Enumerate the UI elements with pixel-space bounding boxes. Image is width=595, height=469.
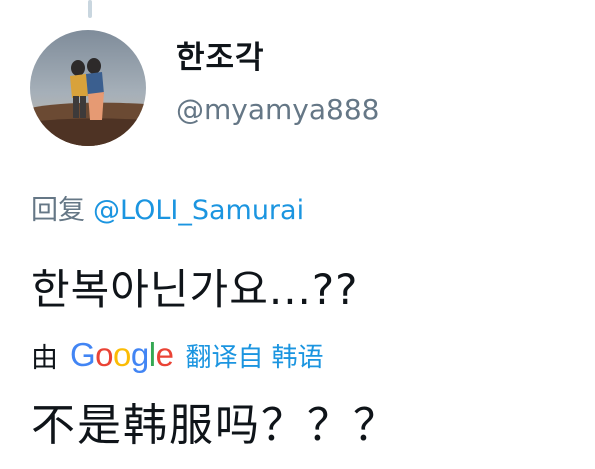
avatar[interactable] (30, 30, 146, 146)
display-name[interactable]: 한조각 (176, 40, 265, 76)
translated-from-label[interactable]: 翻译自 (185, 337, 263, 374)
translated-by-label: 由 (31, 342, 58, 374)
tweet-card: 한조각 @myamya888 回复 @LOLI_Samurai 한복아닌가요...… (0, 0, 595, 469)
thread-connector-line (88, 0, 92, 18)
reply-prefix-label: 回复 (31, 195, 85, 226)
translation-attribution: 由 Google 翻译自 韩语 (31, 333, 331, 377)
source-language-label[interactable]: 韩语 (271, 337, 323, 374)
tweet-body-text: 한복아닌가요...?? (31, 265, 359, 314)
avatar-photo-icon (30, 30, 146, 146)
reply-context: 回复 @LOLI_Samurai (31, 194, 304, 228)
reply-mention-link[interactable]: @LOLI_Samurai (93, 195, 304, 226)
google-logo: Google (70, 336, 174, 373)
user-handle[interactable]: @myamya888 (176, 93, 379, 127)
translated-text: 不是韩服吗？？？ (31, 400, 399, 451)
